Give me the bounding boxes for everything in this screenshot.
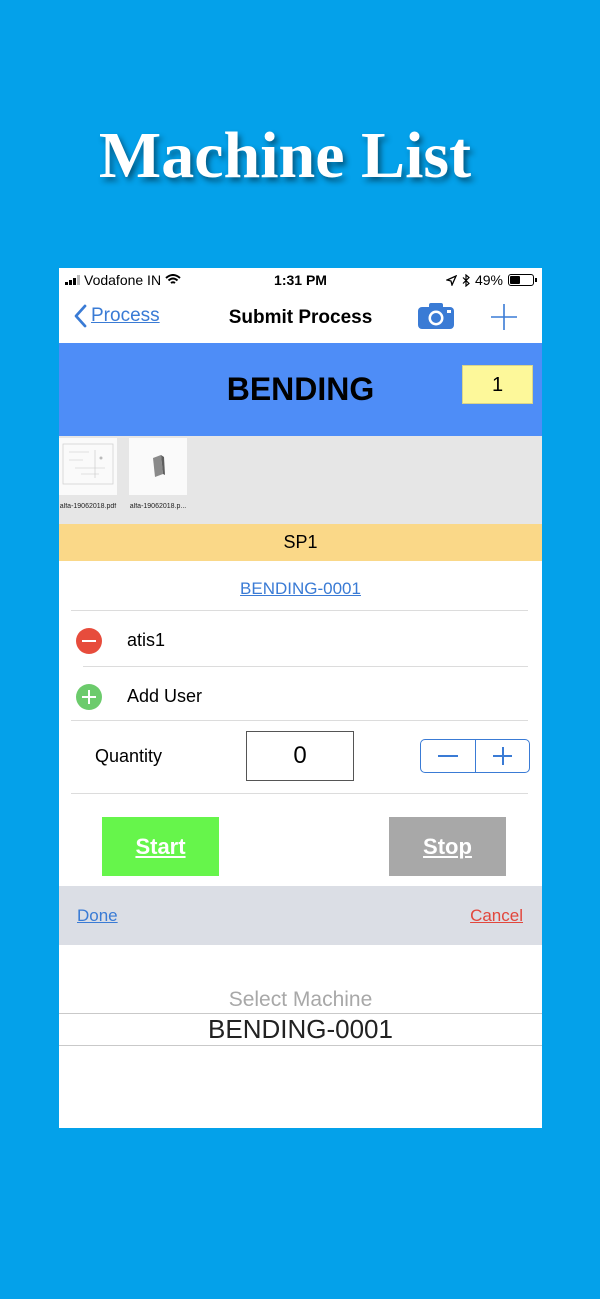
document-name: alfa-19062018.p... bbox=[129, 503, 187, 510]
picker-selection-bottom bbox=[59, 1045, 542, 1046]
start-button[interactable]: Start bbox=[102, 817, 219, 876]
divider bbox=[71, 793, 528, 794]
plus-icon[interactable] bbox=[489, 302, 519, 332]
page-title: Submit Process bbox=[228, 307, 373, 328]
quantity-field[interactable]: 0 bbox=[246, 731, 354, 781]
picker-toolbar: Done Cancel bbox=[59, 886, 542, 945]
picker-selected-option[interactable]: BENDING-0001 bbox=[59, 1014, 542, 1045]
decrement-button[interactable] bbox=[421, 740, 476, 772]
promo-headline: Machine List bbox=[98, 119, 472, 192]
document-name: alfa-19062018.pdf bbox=[59, 503, 117, 510]
document-item[interactable]: alfa-19062018.pdf bbox=[59, 438, 117, 510]
divider bbox=[71, 720, 528, 721]
divider bbox=[83, 666, 528, 667]
cancel-button[interactable]: Cancel bbox=[470, 906, 523, 926]
divider bbox=[71, 610, 528, 611]
camera-icon[interactable] bbox=[417, 302, 455, 330]
battery-percent: 49% bbox=[474, 272, 503, 288]
count-badge[interactable]: 1 bbox=[462, 365, 533, 404]
navigation-bar: Process Submit Process bbox=[59, 292, 542, 343]
add-user-button[interactable]: Add User bbox=[127, 686, 202, 707]
add-user-icon[interactable] bbox=[76, 684, 102, 710]
battery-icon bbox=[508, 274, 537, 286]
quantity-label: Quantity bbox=[95, 746, 163, 766]
machine-link[interactable]: BENDING-0001 bbox=[59, 579, 542, 599]
increment-button[interactable] bbox=[476, 740, 530, 772]
picker-option-title[interactable]: Select Machine bbox=[59, 988, 542, 1012]
process-banner: BENDING 1 bbox=[59, 343, 542, 436]
status-bar: Vodafone IN 1:31 PM 49% bbox=[59, 268, 542, 292]
location-icon bbox=[445, 274, 457, 286]
done-button[interactable]: Done bbox=[77, 906, 118, 926]
pdf-thumbnail-icon bbox=[59, 438, 117, 495]
section-header: SP1 bbox=[59, 524, 542, 561]
part-thumbnail-icon bbox=[129, 438, 187, 495]
stop-button[interactable]: Stop bbox=[389, 817, 506, 876]
bluetooth-icon bbox=[462, 273, 470, 287]
remove-user-icon[interactable] bbox=[76, 628, 102, 654]
document-item[interactable]: alfa-19062018.p... bbox=[129, 438, 187, 510]
user-name: atis1 bbox=[127, 630, 166, 650]
quantity-stepper bbox=[420, 739, 530, 773]
document-strip: alfa-19062018.pdf alfa-19062018.p... bbox=[59, 436, 542, 524]
phone-screen: Vodafone IN 1:31 PM 49% Process Submit P… bbox=[59, 268, 542, 1128]
